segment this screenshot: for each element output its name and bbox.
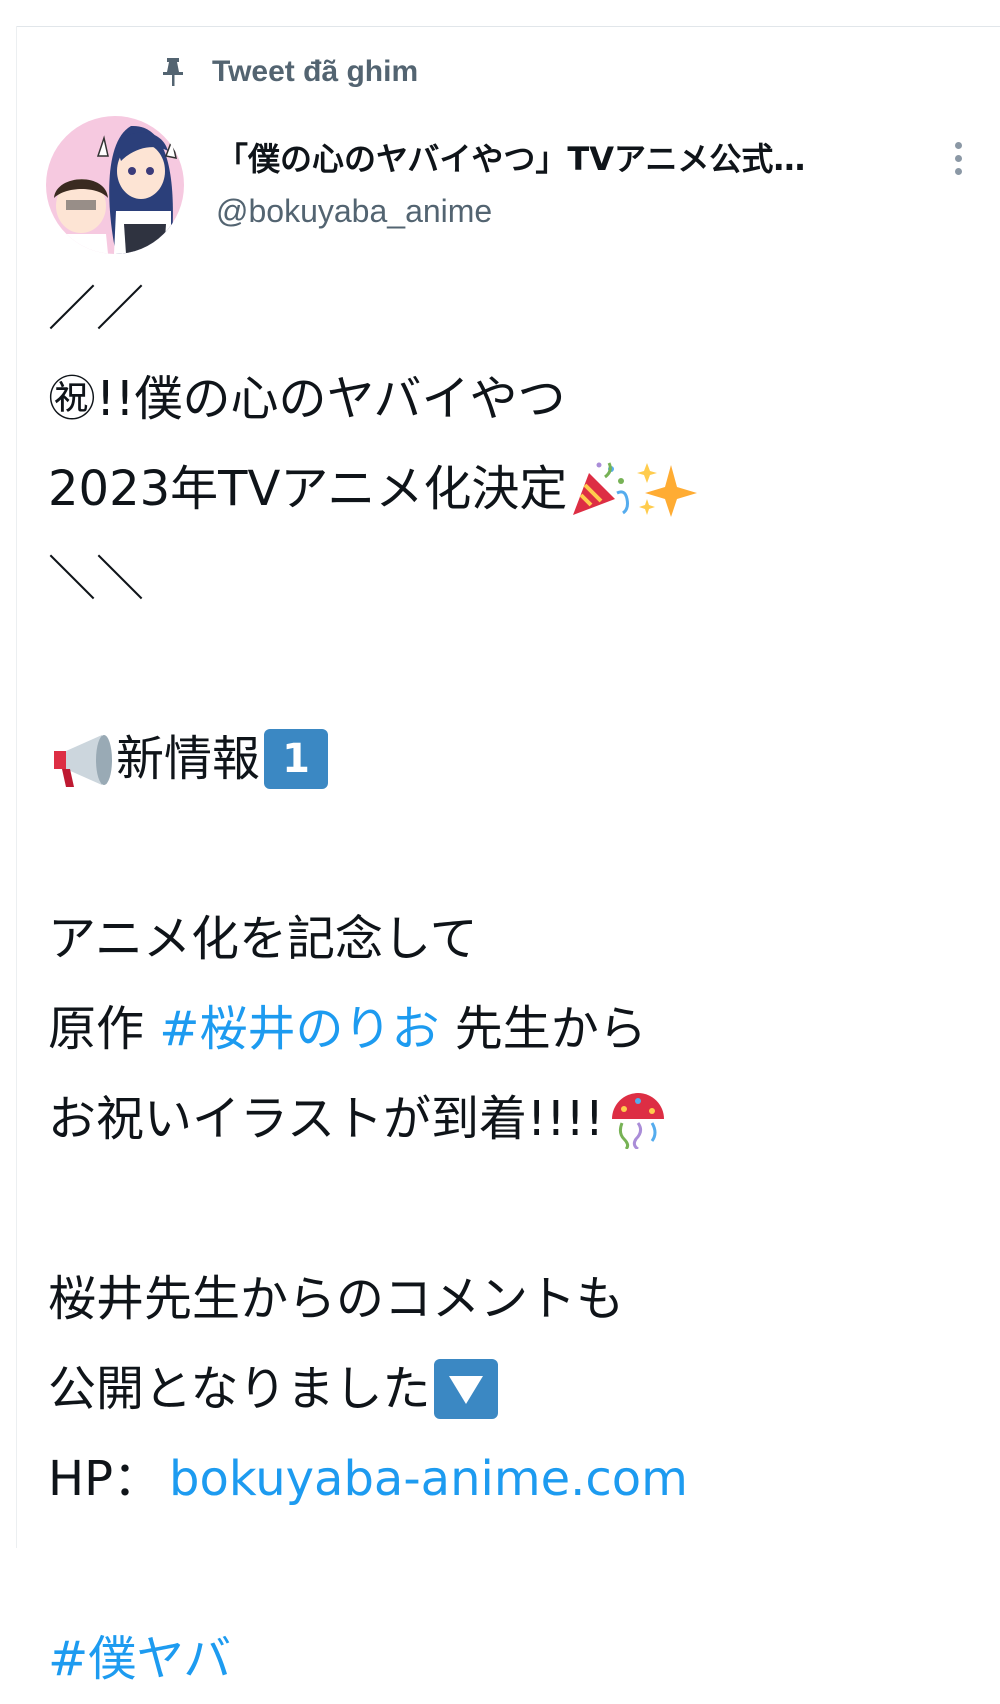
text-line: 新情報 1 (48, 714, 978, 804)
down-arrow-button-icon (433, 1359, 498, 1419)
more-vertical-icon[interactable] (938, 138, 978, 178)
text-line: お祝いイラストが到着!!!! (48, 1074, 978, 1164)
text-line-content: お祝いイラストが到着!!!! (48, 1091, 605, 1147)
text-line: ／／ (48, 281, 145, 337)
footer-hashtag-link[interactable]: #僕ヤバ (48, 1614, 231, 1704)
sparkles-icon (637, 463, 698, 517)
author-handle[interactable]: @bokuyaba_anime (216, 193, 492, 230)
pinned-label: Tweet đã ghim (212, 55, 419, 88)
text-line-content: 2023年TVアニメ化決定 (48, 461, 568, 517)
text-prefix: 原作 (48, 1001, 160, 1057)
pin-icon (163, 58, 183, 86)
party-popper-icon (573, 462, 630, 515)
keycap-one-icon: 1 (264, 729, 329, 789)
author-name-row[interactable]: 「僕の心のヤバイやつ」TVアニメ公式… (216, 134, 916, 180)
confetti-ball-icon (612, 1093, 665, 1149)
hp-label: HP： (48, 1451, 162, 1507)
avatar[interactable] (46, 116, 184, 254)
text-line: #僕ヤバ (48, 1614, 978, 1704)
tweet-body: ／／ ㊗!!僕の心のヤバイやつ 2023年TVアニメ化決定 ＼＼ 新情報 1 ア… (48, 264, 978, 1704)
top-divider (16, 26, 1000, 27)
text-line: 2023年TVアニメ化決定 (48, 444, 978, 534)
text-line: HP： bokuyaba-anime.com (48, 1434, 978, 1524)
text-suffix: 先生から (439, 1001, 647, 1057)
text-line: 公開となりました (48, 1344, 978, 1434)
text-line-content: 公開となりました (48, 1361, 431, 1417)
hashtag-link[interactable]: #桜井のりお (159, 984, 439, 1074)
text-line: アニメ化を記念して (48, 911, 478, 967)
text-line: 桜井先生からのコメントも (48, 1271, 625, 1327)
avatar-illustration (46, 116, 184, 254)
pinned-indicator: Tweet đã ghim (160, 50, 418, 94)
left-border (16, 26, 17, 1548)
display-name[interactable]: 「僕の心のヤバイやつ」TVアニメ公式… (216, 134, 805, 180)
info-label: 新情報 (116, 731, 261, 787)
text-line: ㊗!!僕の心のヤバイやつ (48, 371, 566, 427)
homepage-link[interactable]: bokuyaba-anime.com (169, 1434, 688, 1524)
megaphone-icon (54, 735, 112, 787)
text-line: 原作 #桜井のりお 先生から (48, 984, 978, 1074)
text-line: ＼＼ (48, 551, 145, 607)
